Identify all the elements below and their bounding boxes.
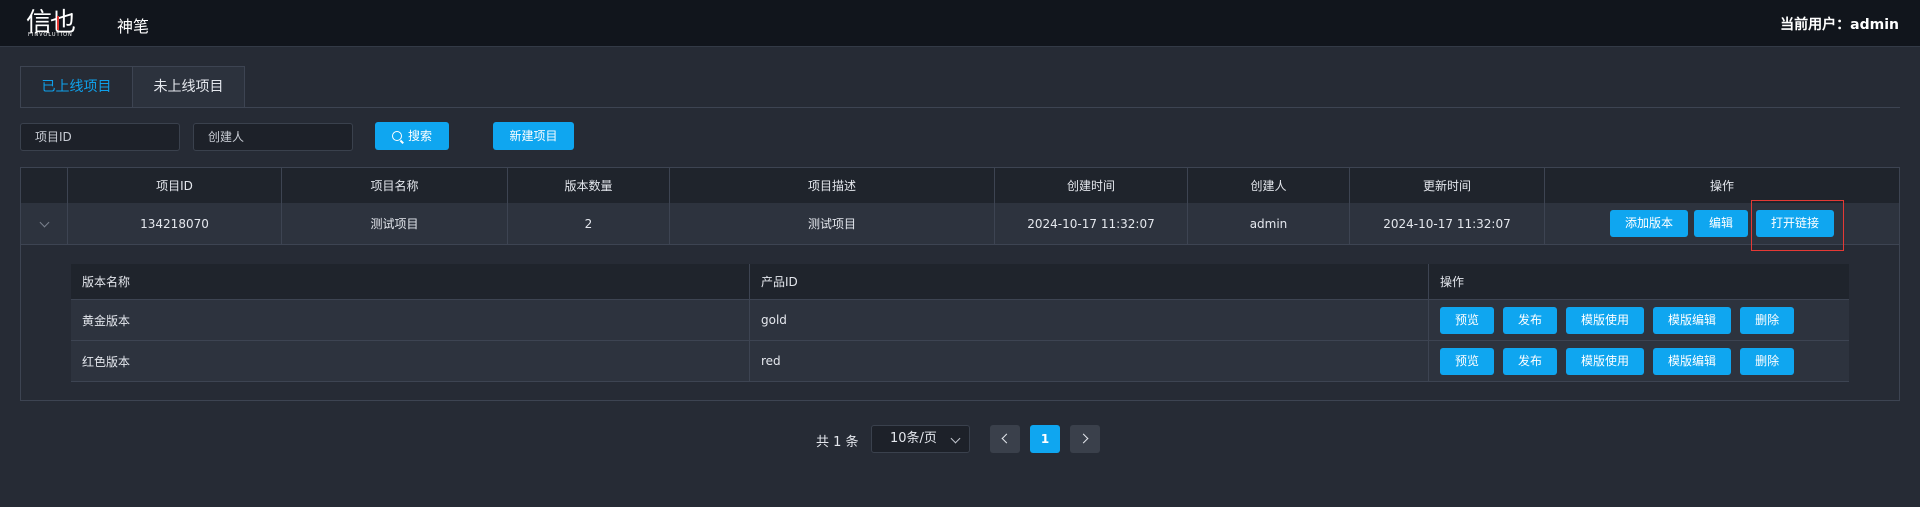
cell-updated-at: 2024-10-17 11:32:07: [1350, 203, 1545, 244]
header-expand: [21, 168, 68, 203]
app-name: 神笔: [117, 17, 150, 36]
delete-button[interactable]: 删除: [1740, 347, 1795, 375]
cell-version-name: 红色版本: [71, 341, 750, 381]
search-button[interactable]: 搜索: [375, 122, 449, 150]
current-user: 当前用户：admin: [1780, 17, 1899, 33]
pagination: 共 1 条 10条/页 1: [0, 425, 1920, 453]
subtable-header: 版本名称 产品ID 操作: [71, 264, 1849, 300]
delete-button[interactable]: 删除: [1740, 306, 1795, 334]
search-label: 搜索: [407, 129, 432, 143]
chevron-right-icon: [1078, 433, 1089, 444]
table-header: 项目ID 项目名称 版本数量 项目描述 创建时间 创建人 更新时间 操作: [21, 168, 1899, 204]
project-tabs: 已上线项目 未上线项目: [20, 66, 245, 108]
preview-button[interactable]: 预览: [1440, 306, 1495, 334]
total-count: 共 1 条: [816, 435, 859, 450]
tab-offline-projects[interactable]: 未上线项目: [133, 67, 244, 108]
top-bar: 信也 FINVOLUTION 神笔 当前用户：admin: [0, 0, 1920, 47]
version-subtable: 版本名称 产品ID 操作 黄金版本 gold 预览 发布 模版使用 模版编辑 删…: [71, 264, 1849, 382]
template-use-button[interactable]: 模版使用: [1566, 306, 1645, 334]
header-product-id: 产品ID: [750, 264, 1429, 299]
cell-version-name: 黄金版本: [71, 300, 750, 340]
cell-version-actions: 预览 发布 模版使用 模版编辑 删除: [1429, 300, 1849, 340]
template-edit-button[interactable]: 模版编辑: [1653, 347, 1732, 375]
next-page-button[interactable]: [1070, 425, 1100, 453]
page-size-select[interactable]: 10条/页: [871, 425, 970, 453]
project-id-input[interactable]: [20, 123, 180, 151]
page-size-value: 10条/页: [890, 431, 937, 446]
cell-version-count: 2: [508, 203, 670, 244]
creator-input[interactable]: [193, 123, 353, 151]
cell-description: 测试项目: [670, 203, 995, 244]
cell-created-at: 2024-10-17 11:32:07: [995, 203, 1188, 244]
header-version-actions: 操作: [1440, 275, 1465, 289]
expand-toggle[interactable]: [21, 203, 68, 244]
project-table: 项目ID 项目名称 版本数量 项目描述 创建时间 创建人 更新时间 操作 134…: [20, 167, 1900, 401]
header-project-name: 项目名称: [282, 168, 508, 203]
chevron-down-icon: [39, 217, 49, 227]
table-row: 红色版本 red 预览 发布 模版使用 模版编辑 删除: [71, 341, 1849, 382]
logo: 信也 FINVOLUTION: [26, 6, 82, 40]
header-created-at: 创建时间: [995, 168, 1188, 203]
header-version-name: 版本名称: [71, 264, 750, 299]
header-project-id: 项目ID: [68, 168, 282, 203]
chevron-down-icon: [950, 433, 961, 444]
publish-button[interactable]: 发布: [1503, 306, 1558, 334]
add-version-button[interactable]: 添加版本: [1609, 210, 1688, 237]
header-actions: 操作: [1709, 179, 1734, 193]
page-number-current[interactable]: 1: [1030, 425, 1060, 453]
logo-accent: [57, 16, 59, 30]
search-icon: [391, 131, 402, 141]
template-use-button[interactable]: 模版使用: [1566, 347, 1645, 375]
table-row: 黄金版本 gold 预览 发布 模版使用 模版编辑 删除: [71, 300, 1849, 341]
prev-page-button[interactable]: [990, 425, 1020, 453]
publish-button[interactable]: 发布: [1503, 347, 1558, 375]
header-version-count: 版本数量: [508, 168, 670, 203]
cell-actions: 添加版本 编辑 打开链接: [1545, 203, 1899, 244]
template-edit-button[interactable]: 模版编辑: [1653, 306, 1732, 334]
edit-button[interactable]: 编辑: [1693, 210, 1748, 237]
header-creator: 创建人: [1188, 168, 1350, 203]
chevron-left-icon: [1001, 433, 1012, 444]
cell-project-id: 134218070: [68, 203, 282, 244]
cell-product-id: gold: [750, 300, 1429, 340]
preview-button[interactable]: 预览: [1440, 347, 1495, 375]
logo-subtext: FINVOLUTION: [28, 32, 73, 38]
tabs-divider: [20, 107, 1900, 108]
table-row: 134218070 测试项目 2 测试项目 2024-10-17 11:32:0…: [21, 203, 1899, 245]
cell-version-actions: 预览 发布 模版使用 模版编辑 删除: [1429, 341, 1849, 381]
cell-product-id: red: [750, 341, 1429, 381]
tab-online-projects[interactable]: 已上线项目: [21, 67, 133, 108]
new-project-button[interactable]: 新建项目: [493, 122, 574, 150]
cell-project-name: 测试项目: [282, 203, 508, 244]
open-link-button[interactable]: 打开链接: [1756, 210, 1835, 237]
cell-creator: admin: [1188, 203, 1350, 244]
header-updated-at: 更新时间: [1350, 168, 1545, 203]
header-description: 项目描述: [670, 168, 995, 203]
